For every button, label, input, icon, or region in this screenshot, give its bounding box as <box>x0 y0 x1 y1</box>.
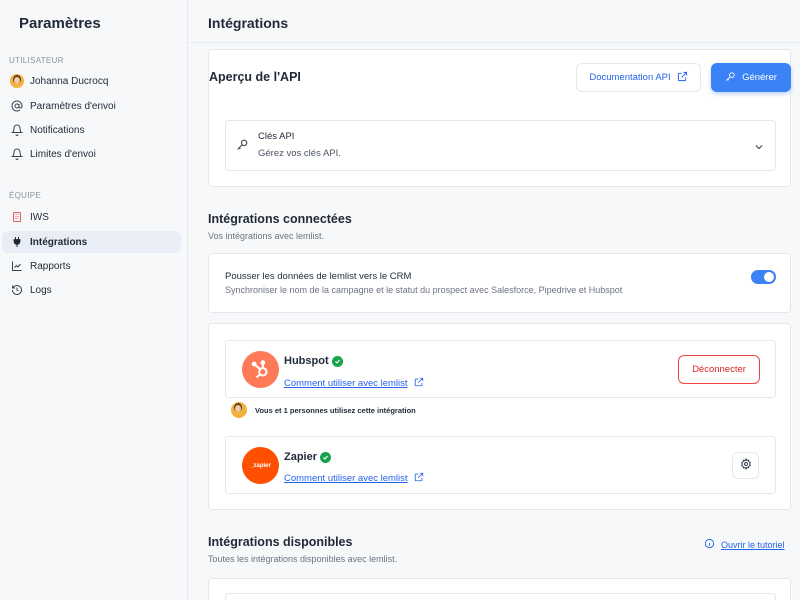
crm-sync-subtitle: Synchroniser le nom de la campagne et le… <box>225 285 623 295</box>
generate-button[interactable]: Générer <box>711 63 791 92</box>
chevron-down-icon[interactable] <box>753 140 765 158</box>
sidebar-item-label: Intégrations <box>30 236 88 248</box>
api-documentation-label: Documentation API <box>589 72 671 83</box>
api-overview-title: Aperçu de l'API <box>209 70 301 84</box>
api-keys-accordion[interactable]: Clés API Gérez vos clés API. <box>225 120 776 171</box>
api-documentation-button[interactable]: Documentation API <box>576 63 701 92</box>
crm-sync-title: Pousser les données de lemlist vers le C… <box>225 271 412 282</box>
sidebar-title: Paramètres <box>19 15 101 32</box>
main-content: Intégrations Aperçu de l'API Documentati… <box>188 0 800 600</box>
sidebar-section-user: UTILISATEUR <box>9 56 64 65</box>
sidebar-section-team: ÉQUIPE <box>9 191 42 200</box>
sidebar-item-label: Johanna Ducrocq <box>30 75 109 87</box>
zapier-name: Zapier <box>284 451 318 463</box>
at-icon <box>10 99 24 113</box>
api-keys-subtitle: Gérez vos clés API. <box>258 148 341 159</box>
zapier-logo: _zapier <box>242 447 279 484</box>
sidebar-item-label: Limites d'envoi <box>30 148 96 160</box>
sidebar-item-reports[interactable]: Rapports <box>2 255 181 277</box>
hubspot-howto-link[interactable]: Comment utiliser avec lemlist <box>284 378 408 389</box>
available-integrations-subtitle: Toutes les intégrations disponibles avec… <box>208 554 398 564</box>
key-icon <box>725 71 736 85</box>
connected-integrations-subtitle: Vos intégrations avec lemlist. <box>208 231 325 241</box>
connected-integrations-title: Intégrations connectées <box>208 212 352 226</box>
tutorial-link[interactable]: Ouvrir le tutoriel <box>721 540 785 550</box>
zapier-logo-text: _zapier <box>250 462 271 469</box>
external-link-icon <box>677 71 688 85</box>
sidebar-item-label: Rapports <box>30 260 71 272</box>
history-icon <box>10 283 24 297</box>
key-icon <box>236 138 249 156</box>
zapier-integration-row: _zapier Zapier Comment utiliser avec lem… <box>225 436 776 494</box>
sidebar-item-sending-limits[interactable]: Limites d'envoi <box>2 143 181 165</box>
building-icon <box>10 210 24 224</box>
sidebar-item-label: Paramètres d'envoi <box>30 100 116 112</box>
crm-sync-toggle[interactable] <box>751 270 776 284</box>
check-circle-icon <box>331 355 343 367</box>
page-header: Intégrations <box>188 0 800 43</box>
crm-sync-card: Pousser les données de lemlist vers le C… <box>208 253 791 313</box>
zapier-howto-link[interactable]: Comment utiliser avec lemlist <box>284 473 408 484</box>
info-icon <box>704 536 715 554</box>
available-integrations-title: Intégrations disponibles <box>208 535 353 549</box>
hubspot-integration-row: Hubspot Comment utiliser avec lemlist Dé… <box>225 340 776 398</box>
bell-icon <box>10 123 24 137</box>
available-integrations-card <box>208 578 791 600</box>
chart-line-icon <box>10 259 24 273</box>
user-avatar <box>231 402 247 418</box>
generate-label: Générer <box>742 72 777 83</box>
plug-icon <box>10 235 24 249</box>
tutorial-link-wrap[interactable]: Ouvrir le tutoriel <box>704 536 785 554</box>
hubspot-logo <box>242 351 279 388</box>
sidebar-item-label: IWS <box>30 211 49 223</box>
bell-icon <box>10 147 24 161</box>
sidebar-item-label: Logs <box>30 284 52 296</box>
sidebar: Paramètres UTILISATEUR Johanna Ducrocq P… <box>0 0 188 600</box>
sidebar-item-logs[interactable]: Logs <box>2 279 181 301</box>
hubspot-disconnect-button[interactable]: Déconnecter <box>678 355 760 384</box>
gear-icon <box>740 457 752 475</box>
user-avatar <box>10 74 24 88</box>
api-overview-card: Aperçu de l'API Documentation API Génére… <box>208 49 791 187</box>
page-title: Intégrations <box>208 15 289 31</box>
sidebar-item-sending-settings[interactable]: Paramètres d'envoi <box>2 95 181 117</box>
connected-integrations-list: Hubspot Comment utiliser avec lemlist Dé… <box>208 323 791 510</box>
check-circle-icon <box>320 451 332 463</box>
external-link-icon <box>414 374 424 392</box>
sidebar-item-iws[interactable]: IWS <box>2 206 181 228</box>
sidebar-item-notifications[interactable]: Notifications <box>2 119 181 141</box>
sidebar-item-profile[interactable]: Johanna Ducrocq <box>2 70 181 92</box>
hubspot-name: Hubspot <box>284 355 329 367</box>
sidebar-item-integrations[interactable]: Intégrations <box>2 231 181 253</box>
sidebar-item-label: Notifications <box>30 124 85 136</box>
api-keys-title: Clés API <box>258 131 295 142</box>
external-link-icon <box>414 469 424 487</box>
hubspot-users-note: Vous et 1 personnes utilisez cette intég… <box>255 405 416 415</box>
zapier-settings-button[interactable] <box>732 452 759 479</box>
available-integration-row <box>225 593 776 600</box>
